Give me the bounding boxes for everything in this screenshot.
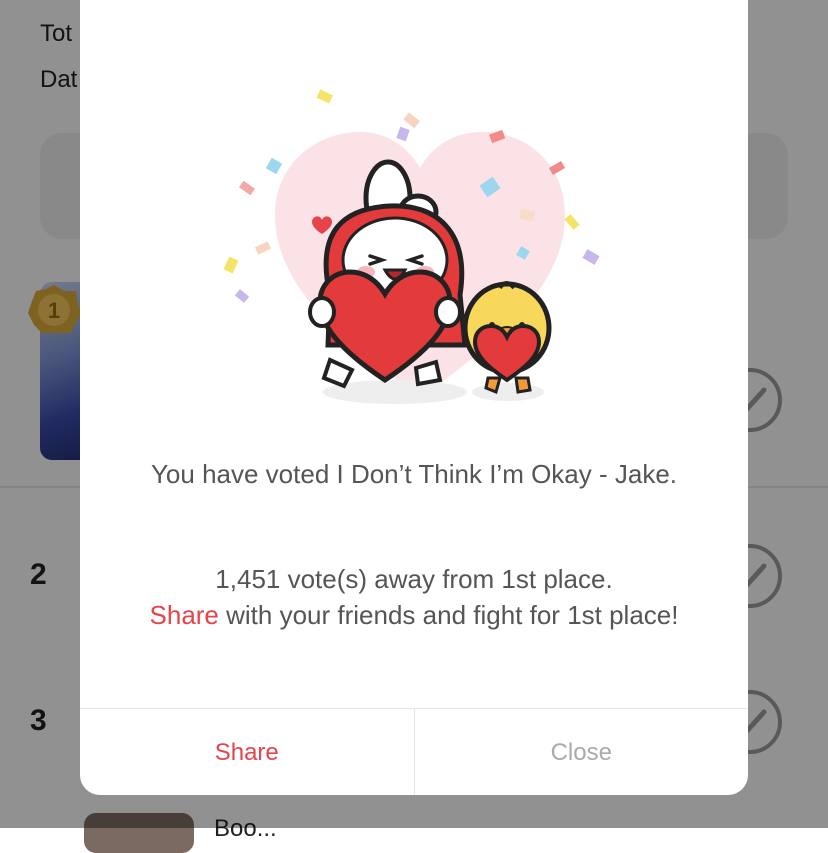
share-button[interactable]: Share	[80, 709, 415, 795]
share-prompt-text: with your friends and fight for 1st plac…	[218, 600, 679, 630]
distance-message-block: 1,451 vote(s) away from 1st place. Share…	[120, 561, 708, 633]
voted-message: You have voted I Don’t Think I’m Okay - …	[150, 459, 678, 489]
dialog-actions: Share Close	[80, 708, 748, 795]
share-inline-link[interactable]: Share	[150, 600, 219, 630]
distance-message: 1,451 vote(s) away from 1st place.	[215, 564, 613, 594]
close-button[interactable]: Close	[415, 709, 749, 795]
share-prompt: Share with your friends and fight for 1s…	[120, 597, 708, 633]
celebration-illustration	[223, 89, 600, 404]
vote-success-dialog: You have voted I Don’t Think I’m Okay - …	[80, 0, 748, 795]
